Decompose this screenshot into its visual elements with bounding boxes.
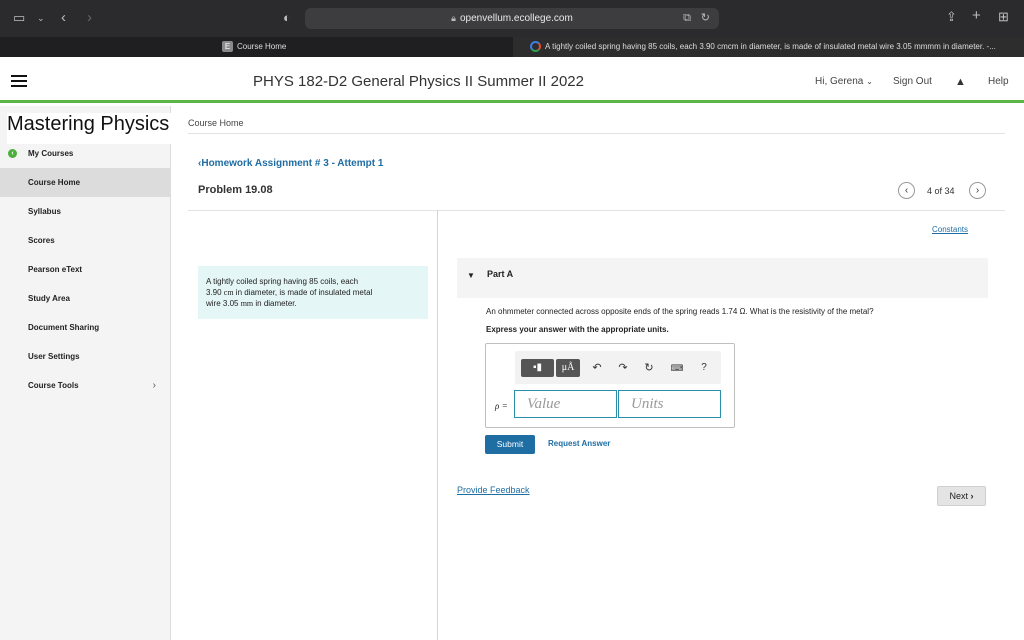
- question-text: An ohmmeter connected across opposite en…: [486, 307, 874, 316]
- previous-problem-button[interactable]: ‹: [898, 182, 915, 199]
- chevron-right-icon: ›: [970, 491, 974, 501]
- divider: [188, 210, 1005, 211]
- sidebar-item-label: Scores: [28, 236, 55, 245]
- next-problem-button[interactable]: ›: [969, 182, 986, 199]
- sidebar-item-course-home[interactable]: Course Home: [0, 168, 170, 197]
- problem-text: in diameter, is made of insulated metal: [233, 288, 373, 297]
- problem-text: A tightly coiled spring having 85 coils,…: [206, 277, 359, 286]
- back-arrow-icon: ‹: [8, 149, 17, 158]
- sidebar-item-label: Document Sharing: [28, 323, 100, 332]
- tab-favicon: E: [222, 41, 233, 53]
- sidebar-item-label: Syllabus: [28, 207, 61, 216]
- part-label: Part A: [487, 269, 514, 279]
- sidebar-item-label: My Courses: [28, 149, 74, 158]
- new-tab-icon[interactable]: +: [972, 8, 981, 23]
- sidebar-item-label: Pearson eText: [28, 265, 83, 274]
- provide-feedback-link[interactable]: Provide Feedback: [457, 485, 530, 495]
- sidebar-item-label: Course Tools: [28, 381, 79, 390]
- divider: [188, 133, 1005, 134]
- problem-unit: cm: [223, 288, 234, 297]
- tab-google-search[interactable]: A tightly coiled spring having 85 coils,…: [513, 37, 1024, 57]
- redo-icon[interactable]: ↷: [616, 359, 630, 377]
- app-header: PHYS 182-D2 General Physics II Summer II…: [0, 57, 1024, 103]
- column-divider: [437, 210, 438, 640]
- part-a-header[interactable]: ▼ Part A: [457, 258, 988, 298]
- tab-share-icon[interactable]: ⧉: [683, 8, 691, 29]
- answer-box: ▪▮ μÅ ↶ ↷ ↻ ⌨ ? ρ = Value Units: [485, 343, 735, 428]
- templates-icon[interactable]: ▪▮: [521, 359, 554, 377]
- tab-label: Course Home: [237, 42, 287, 51]
- lock-icon: 🔒︎: [451, 13, 456, 23]
- problem-text: in diameter.: [253, 299, 297, 308]
- undo-icon[interactable]: ↶: [590, 359, 604, 377]
- next-button[interactable]: Next ›: [937, 486, 986, 506]
- collapse-triangle-icon: ▼: [467, 271, 475, 280]
- chevron-down-icon: ⌄: [866, 77, 873, 86]
- google-icon: [530, 41, 541, 53]
- sidebar-item-label: Study Area: [28, 294, 70, 303]
- sidebar-item-course-tools[interactable]: Course Tools ›: [0, 371, 170, 400]
- sidebar-toggle-icon[interactable]: ▭: [13, 11, 25, 25]
- sidebar-item-user-settings[interactable]: User Settings: [0, 342, 170, 371]
- tab-course-home[interactable]: E Course Home: [222, 37, 512, 57]
- problem-pager: 4 of 34: [927, 186, 955, 196]
- url-text: openvellum.ecollege.com: [459, 13, 573, 24]
- problem-text: 3.90: [206, 288, 224, 297]
- forward-icon[interactable]: ›: [87, 10, 92, 25]
- units-symbol-button[interactable]: μÅ: [556, 359, 580, 377]
- problem-unit: mm: [240, 299, 254, 308]
- menu-icon[interactable]: [11, 75, 27, 90]
- assignment-link-label: Homework Assignment # 3 - Attempt 1: [201, 158, 384, 169]
- sidebar-item-label: User Settings: [28, 352, 80, 361]
- share-icon[interactable]: ⇪: [946, 10, 957, 24]
- sidebar-item-scores[interactable]: Scores: [0, 226, 170, 255]
- keyboard-icon[interactable]: ⌨: [669, 359, 685, 377]
- reload-icon[interactable]: ↻: [701, 8, 710, 29]
- sign-out-link[interactable]: Sign Out: [893, 76, 932, 87]
- chevron-right-icon: ›: [152, 380, 156, 391]
- answer-label: ρ =: [495, 401, 508, 411]
- value-input[interactable]: Value: [514, 390, 617, 418]
- math-toolbar: ▪▮ μÅ ↶ ↷ ↻ ⌨ ?: [515, 351, 721, 384]
- address-bar[interactable]: 🔒︎ openvellum.ecollege.com ⧉ ↻: [305, 8, 719, 29]
- chevron-down-icon[interactable]: ⌄: [37, 11, 45, 25]
- sidebar-item-study-area[interactable]: Study Area: [0, 284, 170, 313]
- user-menu[interactable]: Hi, Gerena ⌄: [815, 76, 873, 87]
- bell-icon[interactable]: ▲: [955, 76, 966, 88]
- sidebar-item-document-sharing[interactable]: Document Sharing: [0, 313, 170, 342]
- sidebar: Mastering Physics ‹ My Courses Course Ho…: [0, 106, 171, 640]
- sidebar-item-syllabus[interactable]: Syllabus: [0, 197, 170, 226]
- sidebar-item-etext[interactable]: Pearson eText: [0, 255, 170, 284]
- problem-title: Problem 19.08: [198, 184, 273, 196]
- tab-overview-icon[interactable]: ⊞: [998, 10, 1009, 24]
- browser-toolbar: ▭ ⌄ ‹ › ◐ 🔒︎ openvellum.ecollege.com ⧉ ↻ …: [0, 0, 1024, 37]
- tab-label: A tightly coiled spring having 85 coils,…: [545, 42, 996, 51]
- instruction-text: Express your answer with the appropriate…: [486, 325, 669, 334]
- course-title: PHYS 182-D2 General Physics II Summer II…: [253, 73, 584, 90]
- assignment-back-link[interactable]: ‹Homework Assignment # 3 - Attempt 1: [198, 158, 383, 169]
- constants-link[interactable]: Constants: [932, 225, 968, 234]
- problem-statement: A tightly coiled spring having 85 coils,…: [198, 266, 428, 319]
- privacy-shield-icon[interactable]: ◐: [283, 11, 291, 25]
- tab-strip: E Course Home A tightly coiled spring hav…: [0, 37, 1024, 57]
- units-input[interactable]: Units: [618, 390, 721, 418]
- help-link[interactable]: Help: [988, 76, 1009, 87]
- help-button[interactable]: ?: [698, 359, 710, 377]
- user-greeting: Hi, Gerena: [815, 76, 864, 87]
- request-answer-link[interactable]: Request Answer: [548, 439, 610, 448]
- breadcrumb[interactable]: Course Home: [188, 118, 244, 128]
- sidebar-item-my-courses[interactable]: ‹ My Courses: [0, 139, 170, 168]
- reset-icon[interactable]: ↻: [642, 359, 656, 377]
- next-label: Next: [949, 491, 968, 501]
- back-icon[interactable]: ‹: [61, 10, 66, 25]
- sidebar-item-label: Course Home: [28, 178, 81, 187]
- problem-text: wire 3.05: [206, 299, 241, 308]
- submit-button[interactable]: Submit: [485, 435, 535, 454]
